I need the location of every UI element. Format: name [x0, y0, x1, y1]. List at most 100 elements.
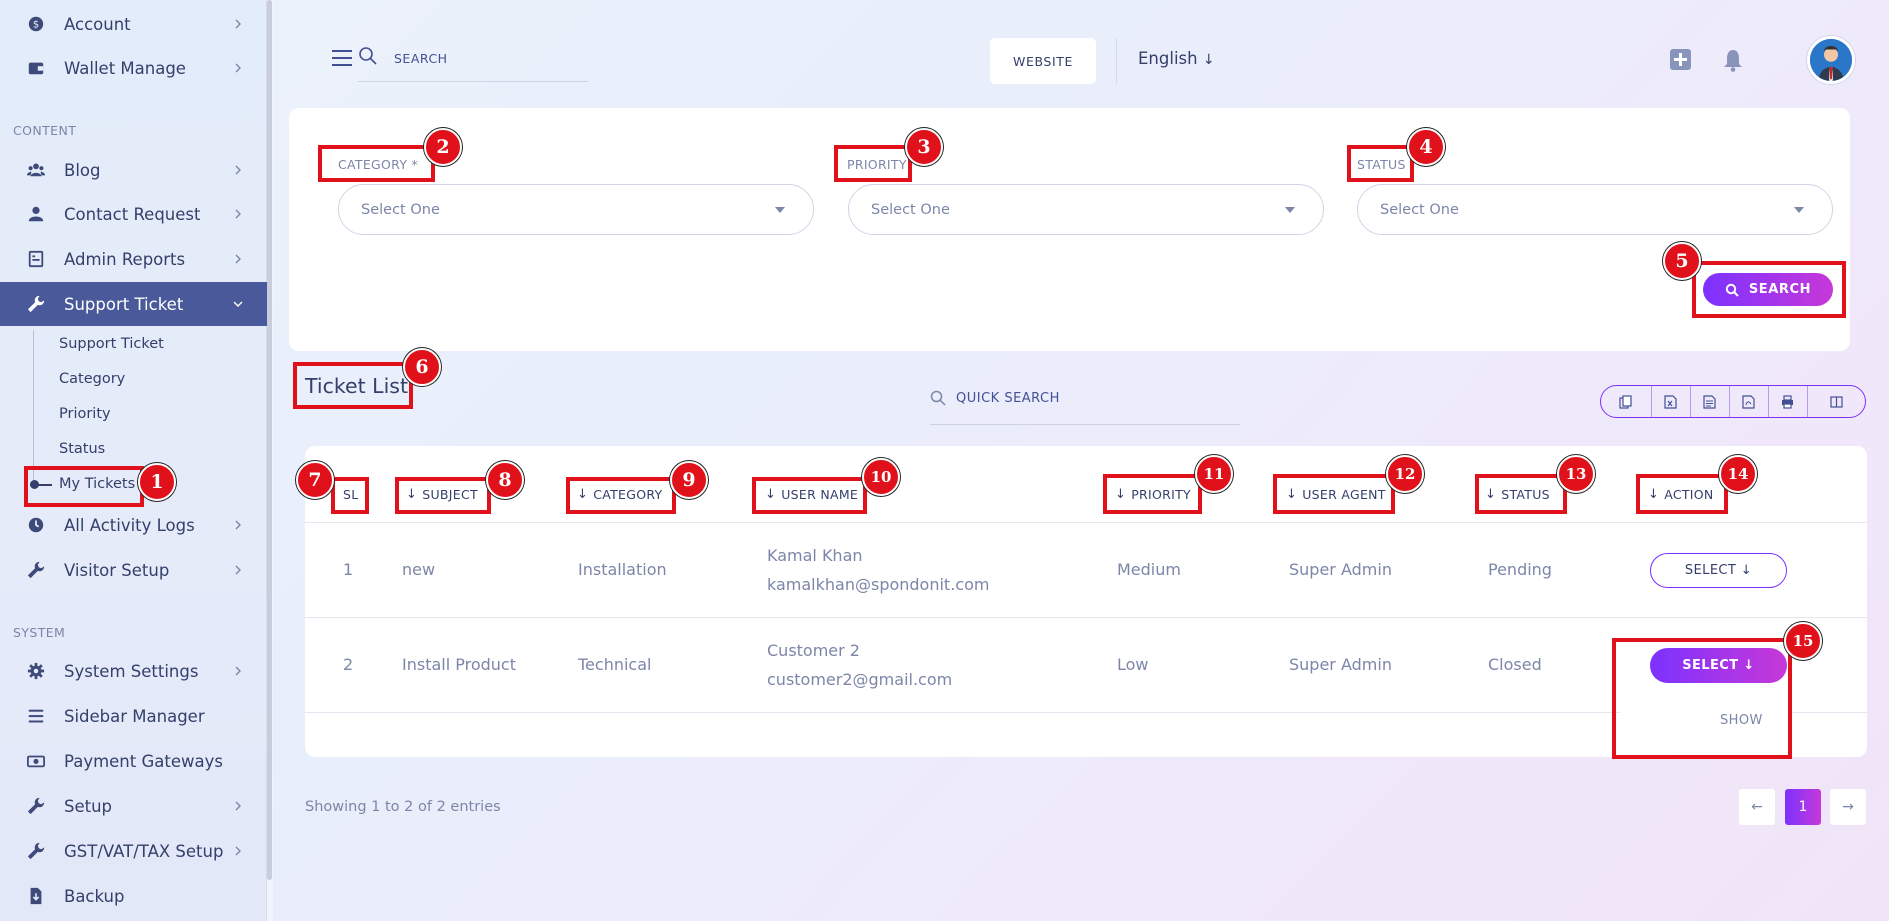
sidebar-item-label: Payment Gateways: [64, 751, 223, 771]
sidebar-item-label: Contact Request: [64, 204, 201, 224]
search-underline: [358, 81, 588, 82]
annotation-badge-3: 3: [905, 128, 943, 166]
wrench-icon: [26, 796, 46, 816]
search-input[interactable]: SEARCH: [394, 51, 448, 66]
sidebar-item-sidebar-manager[interactable]: Sidebar Manager: [0, 694, 267, 738]
hamburger-menu-icon[interactable]: [332, 50, 352, 66]
chevron-right-icon: [235, 846, 241, 856]
annotation-box-3: [834, 145, 912, 182]
print-button[interactable]: [1769, 386, 1808, 417]
arrow-left-icon: ←: [1751, 799, 1763, 815]
sidebar-item-wallet-manage[interactable]: Wallet Manage: [0, 46, 267, 90]
copy-button[interactable]: [1601, 386, 1652, 417]
chevron-right-icon: [235, 209, 241, 219]
annotation-badge-13: 13: [1557, 455, 1595, 493]
sidebar-item-system-settings[interactable]: System Settings: [0, 649, 267, 693]
sidebar-item-label: Wallet Manage: [64, 58, 186, 78]
status-select-value: Select One: [1380, 201, 1459, 218]
user-icon: [26, 204, 46, 224]
annotation-box-11: [1103, 474, 1202, 514]
sidebar-item-support-ticket[interactable]: Support Ticket: [0, 282, 267, 326]
annotation-box-6: [293, 362, 413, 409]
wrench-icon: [26, 560, 46, 580]
annotation-box-5: [1692, 261, 1846, 318]
chevron-right-icon: [235, 801, 241, 811]
annotation-badge-7: 7: [296, 461, 334, 499]
cell-category: Installation: [578, 560, 667, 579]
language-select[interactable]: English ↓: [1138, 49, 1215, 68]
submenu-guide-line: [33, 330, 34, 488]
copy-icon: [1619, 394, 1632, 409]
category-select[interactable]: Select One: [338, 184, 814, 235]
submenu-priority[interactable]: Priority: [59, 406, 111, 422]
sidebar-item-gst-vat-tax-setup[interactable]: GST/VAT/TAX Setup: [0, 829, 267, 873]
submenu-support-ticket[interactable]: Support Ticket: [59, 336, 164, 352]
avatar[interactable]: [1807, 36, 1855, 84]
sidebar-item-label: Visitor Setup: [64, 560, 170, 580]
annotation-box-7: [331, 477, 369, 514]
pdf-button[interactable]: [1730, 386, 1769, 417]
cell-user-agent: Super Admin: [1289, 655, 1392, 674]
caret-down-icon: [775, 207, 785, 213]
annotation-badge-8: 8: [486, 461, 524, 499]
pagination-next-button[interactable]: →: [1830, 789, 1866, 825]
annotation-badge-1: 1: [138, 463, 176, 501]
csv-button[interactable]: [1691, 386, 1730, 417]
sidebar-scrollbar-thumb[interactable]: [267, 0, 272, 880]
money-icon: [26, 751, 46, 771]
cell-user-name: Customer 2: [767, 641, 860, 660]
language-label: English: [1138, 49, 1198, 68]
cell-sl: 1: [343, 560, 354, 579]
annotation-badge-10: 10: [862, 458, 900, 496]
priority-select[interactable]: Select One: [848, 184, 1324, 235]
csv-icon: [1703, 394, 1716, 409]
svg-text:$: $: [33, 20, 39, 31]
sidebar-item-all-activity-logs[interactable]: All Activity Logs: [0, 503, 267, 547]
annotation-box-13: [1475, 474, 1567, 514]
annotation-badge-2: 2: [424, 128, 462, 166]
chevron-right-icon: [235, 565, 241, 575]
sidebar-item-label: Account: [64, 14, 131, 34]
export-button-group: [1600, 385, 1866, 418]
add-icon[interactable]: [1670, 49, 1691, 70]
sidebar-item-admin-reports[interactable]: Admin Reports: [0, 237, 267, 281]
annotation-badge-4: 4: [1407, 128, 1445, 166]
chevron-right-icon: [235, 19, 241, 29]
action-select-button[interactable]: SELECT ↓: [1650, 553, 1787, 588]
bell-icon[interactable]: [1722, 48, 1744, 72]
sidebar-item-contact-request[interactable]: Contact Request: [0, 192, 267, 236]
cell-user-name: Kamal Khan: [767, 546, 863, 565]
sidebar-item-blog[interactable]: Blog: [0, 148, 267, 192]
cell-user-agent: Super Admin: [1289, 560, 1392, 579]
excel-button[interactable]: [1652, 386, 1691, 417]
sidebar-item-visitor-setup[interactable]: Visitor Setup: [0, 548, 267, 592]
website-button[interactable]: WEBSITE: [990, 38, 1096, 84]
chevron-right-icon: [235, 165, 241, 175]
caret-down-icon: [1285, 207, 1295, 213]
annotation-badge-5: 5: [1663, 242, 1701, 280]
cell-subject: new: [402, 560, 436, 579]
wrench-icon: [26, 841, 46, 861]
sidebar-item-setup[interactable]: Setup: [0, 784, 267, 828]
sidebar-item-label: System Settings: [64, 661, 199, 681]
annotation-box-4: [1347, 145, 1414, 182]
wrench-icon: [26, 294, 46, 314]
columns-button[interactable]: [1808, 386, 1865, 417]
sidebar-item-payment-gateways[interactable]: Payment Gateways: [0, 739, 267, 783]
row-divider: [305, 617, 1867, 618]
sidebar-item-backup[interactable]: Backup: [0, 874, 267, 918]
table-header-divider: [305, 522, 1867, 523]
status-select[interactable]: Select One: [1357, 184, 1833, 235]
cell-priority: Medium: [1117, 560, 1181, 579]
submenu-category[interactable]: Category: [59, 371, 125, 387]
pagination-page-1[interactable]: 1: [1785, 789, 1821, 825]
annotation-badge-12: 12: [1386, 455, 1424, 493]
header-divider: [1116, 38, 1117, 84]
annotation-box-8: [395, 477, 491, 514]
sidebar-item-account[interactable]: $ Account: [0, 2, 267, 46]
pagination-prev-button[interactable]: ←: [1739, 789, 1775, 825]
search-icon: [930, 390, 946, 406]
submenu-status[interactable]: Status: [59, 441, 105, 457]
gear-icon: [26, 661, 46, 681]
quick-search-input[interactable]: QUICK SEARCH: [956, 391, 1060, 406]
